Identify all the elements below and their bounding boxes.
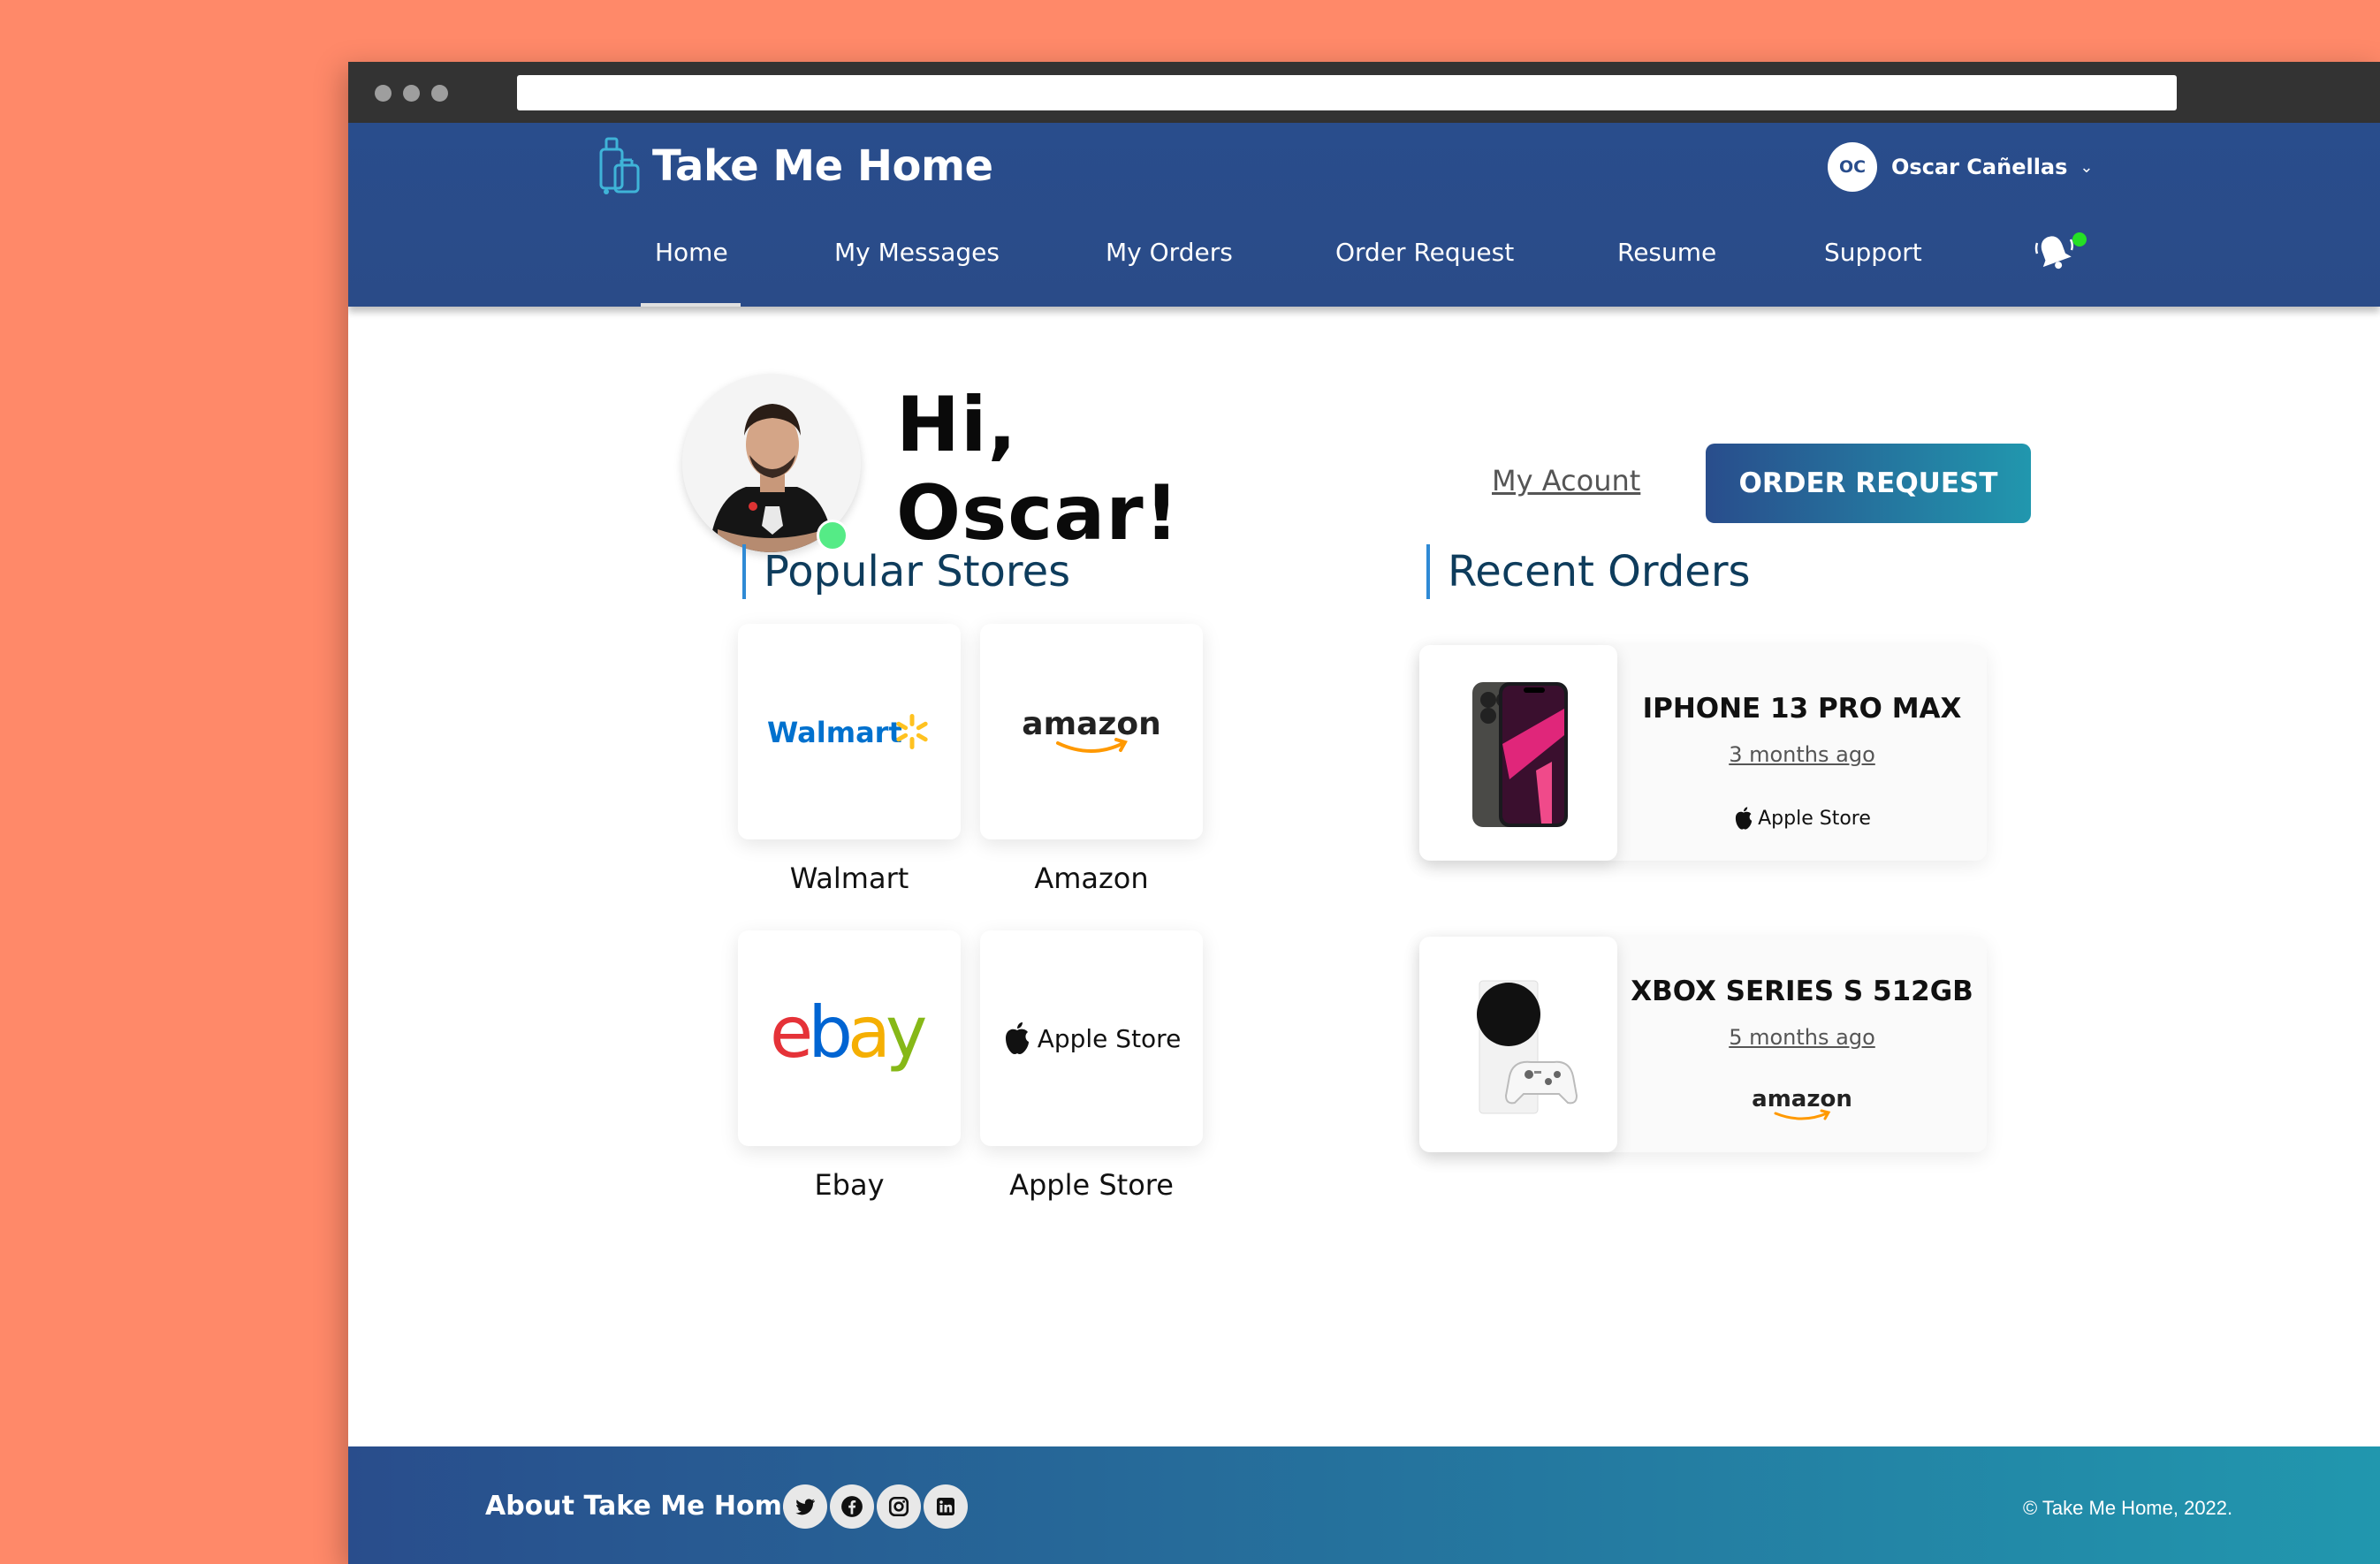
apple-icon <box>1736 807 1753 830</box>
order-card-iphone[interactable]: IPHONE 13 PRO MAX 3 months ago Apple Sto… <box>1419 645 1987 861</box>
user-initials-avatar: OC <box>1828 142 1877 192</box>
apple-icon <box>1005 1022 1029 1054</box>
nav-item-resume[interactable]: Resume <box>1617 238 1716 267</box>
main-content: Hi, Oscar! My Acount ORDER REQUEST Popul… <box>348 307 2380 1446</box>
store-label-walmart[interactable]: Walmart <box>738 862 961 895</box>
ebay-logo: ebay <box>770 998 931 1074</box>
svg-text:Walmart: Walmart <box>767 716 902 749</box>
recent-orders-title: Recent Orders <box>1426 544 1751 599</box>
order-name-xbox: XBOX SERIES S 512GB <box>1631 976 1973 1007</box>
social-links <box>783 1484 970 1529</box>
browser-window: Take Me Home OC Oscar Cañellas ⌄ Home My… <box>348 62 2380 1564</box>
window-dot-minimize[interactable] <box>403 85 420 102</box>
site-logo[interactable]: Take Me Home <box>592 135 993 197</box>
store-card-walmart[interactable]: Walmart <box>738 624 961 839</box>
order-store-label-iphone: Apple Store <box>1758 807 1871 830</box>
twitter-icon[interactable] <box>783 1484 827 1529</box>
greeting-line-1: Hi, <box>896 381 1018 469</box>
store-card-amazon[interactable]: amazon <box>980 624 1203 839</box>
order-store-iphone: Apple Store <box>1617 806 1987 831</box>
popular-stores-title: Popular Stores <box>742 544 1070 599</box>
nav-item-support[interactable]: Support <box>1824 238 1922 267</box>
address-bar[interactable] <box>517 75 2177 110</box>
window-dot-close[interactable] <box>375 85 392 102</box>
store-label-ebay[interactable]: Ebay <box>738 1168 961 1202</box>
amazon-logo: amazon <box>1752 1086 1852 1120</box>
order-card-xbox[interactable]: XBOX SERIES S 512GB 5 months ago amazon <box>1419 937 1987 1152</box>
notification-bell-icon[interactable] <box>2032 231 2076 275</box>
xbox-image <box>1477 980 1578 1114</box>
nav-item-home[interactable]: Home <box>641 238 741 307</box>
facebook-icon[interactable] <box>830 1484 874 1529</box>
iphone-image <box>1472 682 1568 827</box>
nav-item-my-orders[interactable]: My Orders <box>1106 238 1233 267</box>
instagram-icon[interactable] <box>877 1484 921 1529</box>
luggage-icon <box>599 137 640 194</box>
store-label-amazon[interactable]: Amazon <box>980 862 1203 895</box>
order-image-xbox <box>1419 937 1617 1152</box>
notification-dot <box>2072 232 2087 247</box>
nav-item-order-request[interactable]: Order Request <box>1335 238 1514 267</box>
linkedin-icon[interactable] <box>924 1484 968 1529</box>
order-image-iphone <box>1419 645 1617 861</box>
user-menu[interactable]: OC Oscar Cañellas ⌄ <box>1828 142 2094 192</box>
svg-text:ebay: ebay <box>770 998 925 1074</box>
svg-text:amazon: amazon <box>1752 1086 1852 1112</box>
site-footer: About Take Me Home © Take Me Home, 2022. <box>348 1446 2380 1564</box>
order-request-button[interactable]: ORDER REQUEST <box>1706 444 2031 523</box>
apple-store-logo: Apple Store <box>1002 1021 1182 1056</box>
store-card-ebay[interactable]: ebay <box>738 930 961 1146</box>
window-dot-maximize[interactable] <box>431 85 448 102</box>
order-store-xbox: amazon <box>1617 1085 1987 1124</box>
my-account-link[interactable]: My Acount <box>1492 464 1640 497</box>
user-name: Oscar Cañellas <box>1891 155 2068 179</box>
order-time-iphone[interactable]: 3 months ago <box>1617 742 1987 767</box>
footer-about-link[interactable]: About Take Me Home <box>485 1491 800 1522</box>
greeting: Hi, Oscar! <box>896 381 1180 558</box>
order-time-xbox[interactable]: 5 months ago <box>1617 1025 1987 1050</box>
walmart-logo: Walmart <box>767 714 928 749</box>
apple-store-logo-text: Apple Store <box>1037 1023 1182 1053</box>
amazon-logo: amazon <box>1022 706 1161 753</box>
chevron-down-icon: ⌄ <box>2080 157 2094 176</box>
store-card-apple-store[interactable]: Apple Store <box>980 930 1203 1146</box>
copyright-text: © Take Me Home, 2022. <box>2023 1497 2233 1519</box>
browser-chrome <box>348 62 2380 123</box>
order-name-iphone: IPHONE 13 PRO MAX <box>1642 693 1962 725</box>
store-label-apple-store[interactable]: Apple Store <box>980 1168 1203 1202</box>
profile-avatar[interactable] <box>682 374 861 552</box>
svg-text:amazon: amazon <box>1022 706 1160 742</box>
site-title: Take Me Home <box>652 141 993 191</box>
site-header: Take Me Home OC Oscar Cañellas ⌄ Home My… <box>348 123 2380 307</box>
nav-item-my-messages[interactable]: My Messages <box>834 238 1000 267</box>
